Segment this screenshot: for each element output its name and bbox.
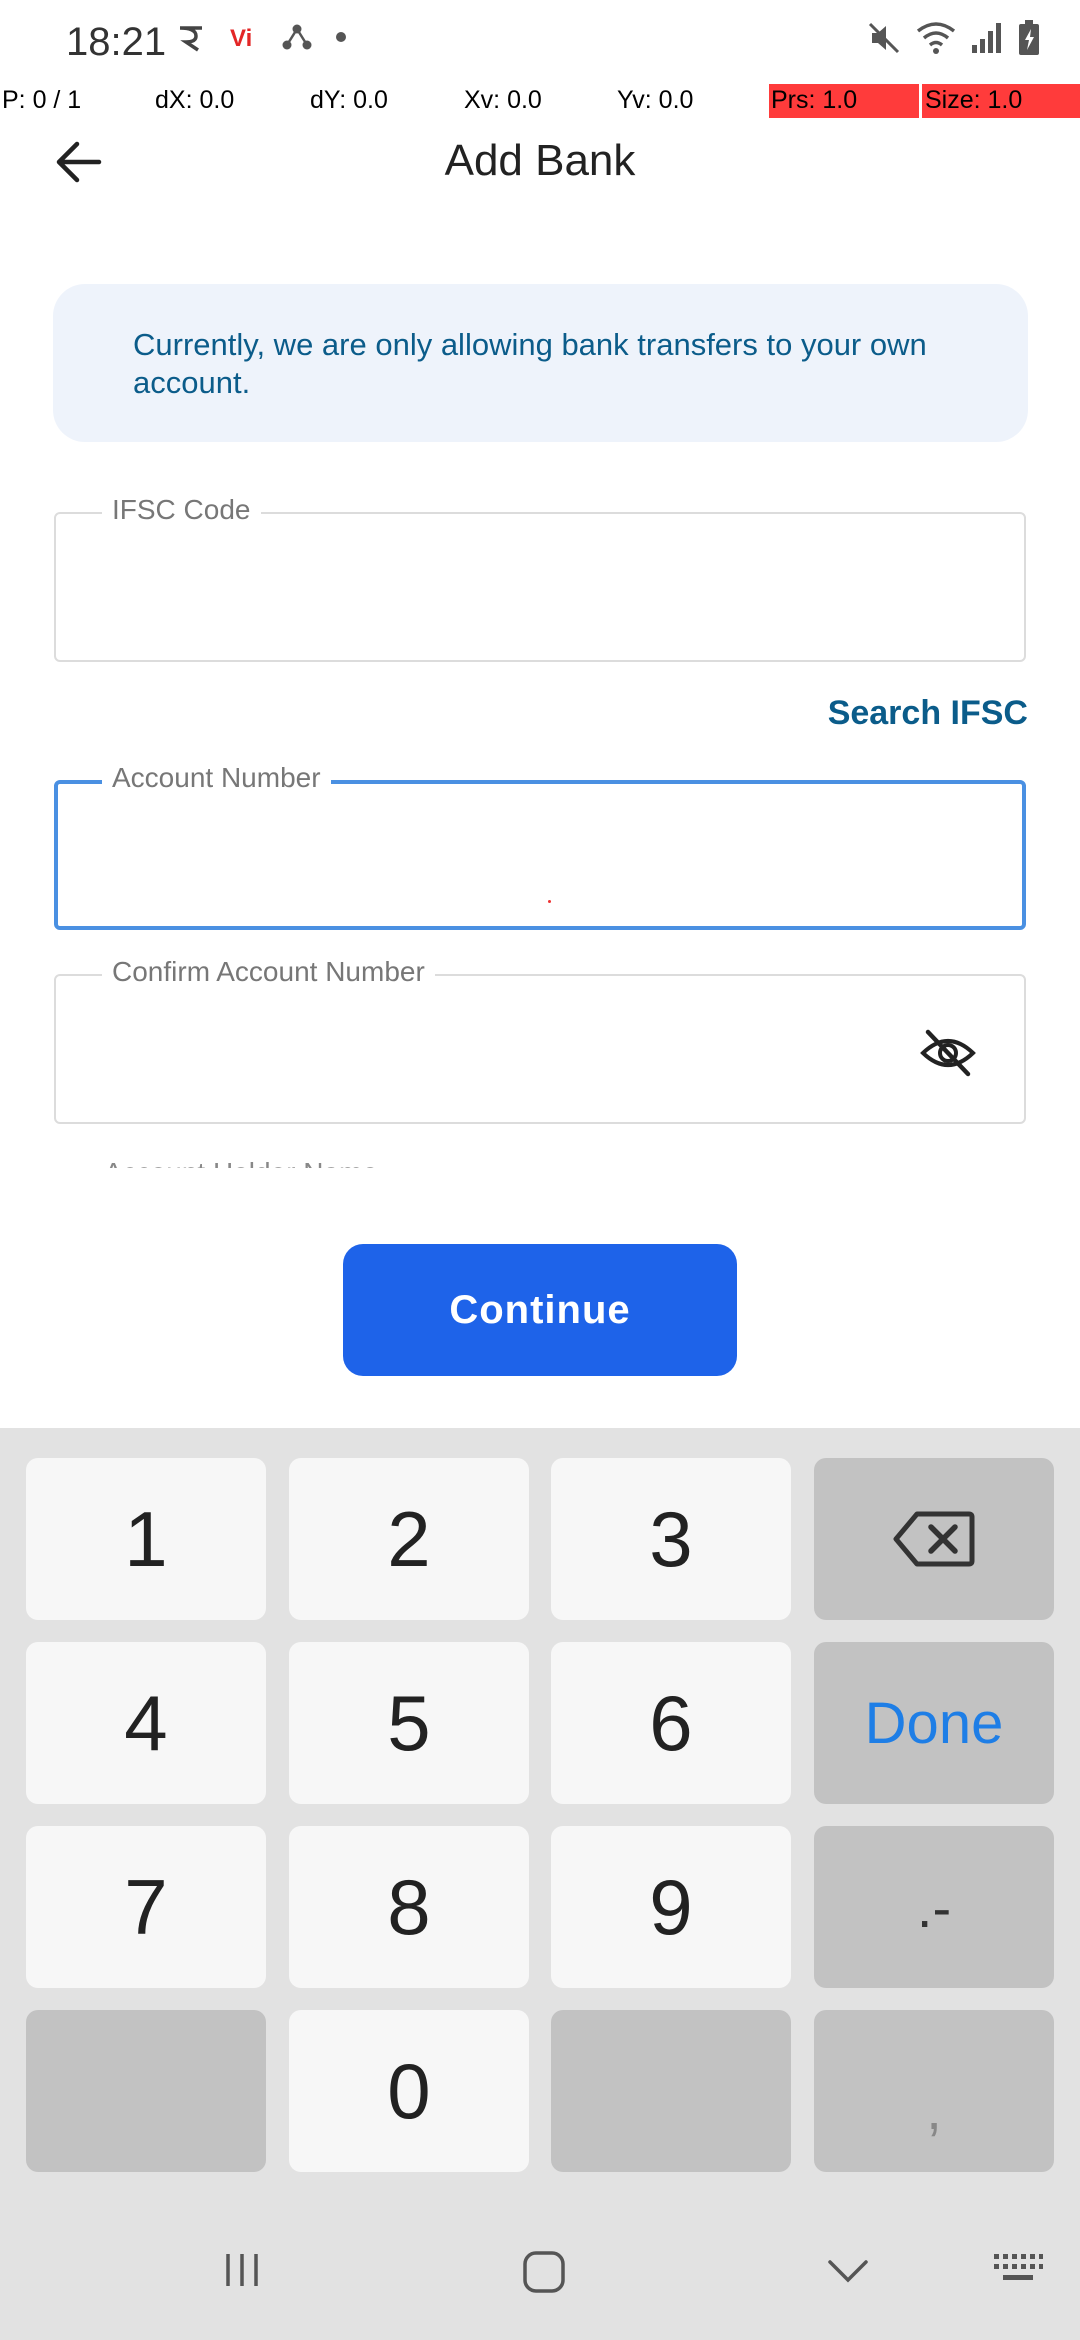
jio-icon (179, 26, 202, 52)
share-icon (282, 24, 312, 50)
key-6[interactable]: 6 (551, 1642, 791, 1804)
ifsc-field[interactable]: IFSC Code (54, 494, 1026, 662)
screen: 18:21 Vi P: 0 / 1 dX: 0.0 dY: 0.0 Xv: 0.… (0, 0, 1080, 2340)
signal-icon (972, 23, 1001, 53)
confirm-account-number-input[interactable] (96, 1016, 904, 1086)
status-time: 18:21 (66, 20, 167, 64)
ifsc-input[interactable] (96, 554, 904, 624)
page-title: Add Bank (444, 136, 636, 185)
key-4[interactable]: 4 (26, 1642, 266, 1804)
debug-xv: Xv: 0.0 (464, 86, 542, 114)
info-banner: Currently, we are only allowing bank tra… (53, 284, 1028, 442)
mute-icon (868, 22, 900, 54)
svg-text:Vi: Vi (230, 25, 252, 50)
key-done[interactable]: Done (814, 1642, 1054, 1804)
key-comma[interactable]: , (814, 2010, 1054, 2172)
info-banner-text: Currently, we are only allowing bank tra… (133, 327, 927, 400)
wifi-icon (916, 22, 956, 54)
pointer-debug-overlay: P: 0 / 1 dX: 0.0 dY: 0.0 Xv: 0.0 Yv: 0.0… (0, 84, 1080, 118)
key-9[interactable]: 9 (551, 1826, 791, 1988)
key-3[interactable]: 3 (551, 1458, 791, 1620)
vi-icon: Vi (230, 25, 252, 50)
key-blank-right (551, 2010, 791, 2172)
app-bar: Add Bank (0, 120, 1080, 204)
confirm-account-number-field[interactable]: Confirm Account Number (54, 956, 1026, 1124)
recents-icon[interactable] (222, 2250, 262, 2290)
continue-button[interactable]: Continue (343, 1244, 737, 1376)
eye-off-icon[interactable] (920, 1028, 976, 1078)
account-number-field[interactable]: Account Number (54, 762, 1026, 930)
key-5[interactable]: 5 (289, 1642, 529, 1804)
debug-pressure: Prs: 1.0 (771, 86, 858, 114)
debug-dx: dX: 0.0 (155, 86, 235, 114)
debug-pointer-count: P: 0 / 1 (2, 86, 82, 114)
account-holder-name-label-partial: Account Holder Name (104, 1152, 504, 1168)
backspace-icon (893, 1511, 975, 1567)
key-8[interactable]: 8 (289, 1826, 529, 1988)
debug-size: Size: 1.0 (925, 86, 1023, 114)
account-number-input[interactable] (98, 824, 902, 894)
home-icon[interactable] (522, 2250, 566, 2294)
back-chevron-icon[interactable] (826, 2258, 870, 2286)
ifsc-field-label: IFSC Code (102, 494, 261, 526)
battery-icon (1019, 20, 1039, 55)
status-bar: 18:21 Vi (0, 0, 1080, 84)
key-blank-left (26, 2010, 266, 2172)
key-7[interactable]: 7 (26, 1826, 266, 1988)
account-number-label: Account Number (102, 762, 331, 794)
confirm-account-number-label: Confirm Account Number (102, 956, 435, 988)
status-left-icons: Vi (176, 22, 348, 52)
key-2[interactable]: 2 (289, 1458, 529, 1620)
debug-dy: dY: 0.0 (310, 86, 388, 114)
dot-icon (336, 32, 346, 42)
key-dot-dash[interactable]: .- (814, 1826, 1054, 1988)
numeric-keyboard: 1 2 3 4 5 6 Done 7 8 9 .- 0 , (0, 1428, 1080, 2340)
key-backspace[interactable] (814, 1458, 1054, 1620)
keyboard-icon[interactable] (992, 2250, 1044, 2286)
key-1[interactable]: 1 (26, 1458, 266, 1620)
search-ifsc-link[interactable]: Search IFSC (828, 694, 1028, 733)
system-nav-bar (0, 2228, 1080, 2328)
status-right-icons (866, 20, 1040, 56)
key-0[interactable]: 0 (289, 2010, 529, 2172)
touch-point-marker (548, 900, 551, 903)
debug-yv: Yv: 0.0 (617, 86, 694, 114)
